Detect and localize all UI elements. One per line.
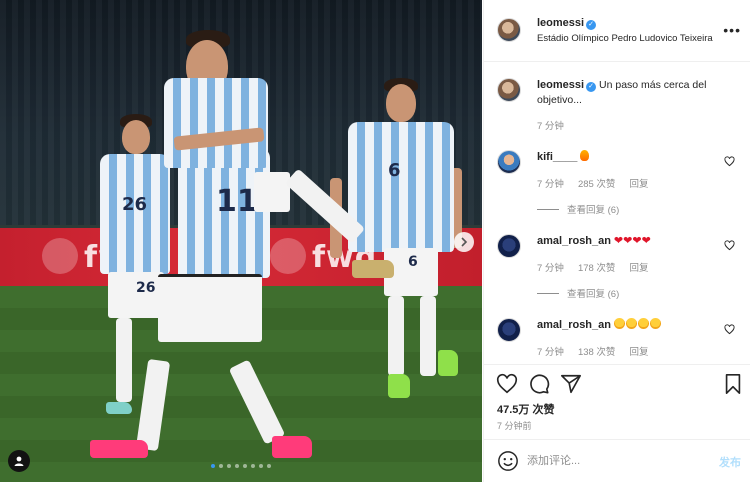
comment-item: amal_rosh_an ❤❤❤❤ 7 分钟 178 次赞 回复 查看回复 (6… [484, 224, 750, 308]
more-options-button[interactable]: ••• [723, 22, 741, 38]
caption-time: 7 分钟 [537, 121, 564, 132]
share-paper-plane-icon[interactable] [560, 373, 582, 395]
red-heart-icon: ❤ [632, 235, 642, 247]
add-comment-bar: 发布 [484, 439, 750, 482]
post-header: leomessi ✓ Estádio Olímpico Pedro Ludovic… [484, 0, 750, 62]
tagged-users-button[interactable] [8, 450, 30, 472]
comment-time: 7 分钟 [537, 347, 564, 358]
caption-meta: 7 分钟 [537, 118, 564, 132]
like-heart-icon[interactable] [496, 373, 518, 395]
post-location[interactable]: Estádio Olímpico Pedro Ludovico Teixeira [537, 33, 713, 44]
post-comment-button[interactable]: 发布 [719, 454, 741, 470]
red-heart-icon: ❤ [641, 235, 651, 247]
post-time-ago: 7 分钟前 [497, 421, 532, 431]
star-struck-icon [649, 318, 661, 329]
caption-body: leomessi ✓ Un paso más cerca del objetivo… [537, 78, 727, 108]
caption-username[interactable]: leomessi [537, 79, 584, 91]
carousel-dot [219, 464, 223, 468]
divider [537, 208, 559, 210]
carousel-dot [235, 464, 239, 468]
avatar[interactable] [497, 318, 521, 342]
comment-item: amal_rosh_an 7 分钟 138 次赞 回复 [484, 308, 750, 364]
view-replies-label: 查看回复 (6) [567, 289, 620, 300]
carousel-dot [243, 464, 247, 468]
verified-badge-icon: ✓ [586, 82, 597, 92]
fire-icon [580, 150, 590, 161]
carousel-indicator [0, 464, 482, 468]
comment-username[interactable]: amal_rosh_an [537, 235, 611, 247]
red-heart-icon: ❤ [623, 235, 633, 247]
view-replies-label: 查看回复 (6) [567, 205, 620, 216]
post-photo[interactable]: fwd fwd 26 26 6 6 11 [0, 0, 482, 482]
likes-count[interactable]: 47.5万 次赞 [497, 401, 554, 417]
carousel-dot [259, 464, 263, 468]
comment-username[interactable]: kifi____ [537, 151, 577, 163]
avatar[interactable] [497, 78, 521, 102]
carousel-dot [227, 464, 231, 468]
ad-logo-icon [42, 238, 78, 274]
star-struck-icon [637, 318, 649, 329]
like-comment-heart-icon[interactable] [724, 240, 735, 251]
avatar[interactable] [497, 150, 521, 174]
carousel-dot [211, 464, 215, 468]
reply-button[interactable]: 回复 [629, 344, 648, 358]
comment-input[interactable] [527, 452, 697, 470]
divider [537, 292, 559, 294]
star-struck-icon [625, 318, 637, 329]
author-username[interactable]: leomessi [537, 17, 584, 29]
player-messi [160, 28, 410, 298]
comment-meta: 7 分钟 285 次赞 回复 [537, 176, 648, 190]
reply-button[interactable]: 回复 [629, 260, 648, 274]
comment-body: kifi____ [537, 150, 727, 165]
avatar[interactable] [497, 234, 521, 258]
emoji-smiley-icon[interactable] [497, 450, 519, 472]
comment-likes[interactable]: 178 次赞 [578, 260, 616, 274]
like-comment-heart-icon[interactable] [724, 156, 735, 167]
view-replies-button[interactable]: 查看回复 (6) [537, 202, 619, 216]
comment-username[interactable]: amal_rosh_an [537, 319, 611, 331]
reply-button[interactable]: 回复 [629, 176, 648, 190]
comment-time: 7 分钟 [537, 179, 564, 190]
view-replies-button[interactable]: 查看回复 (6) [537, 286, 619, 300]
comment-body: amal_rosh_an ❤❤❤❤ [537, 234, 727, 249]
verified-badge-icon: ✓ [586, 20, 597, 30]
comment-time: 7 分钟 [537, 263, 564, 274]
next-photo-button[interactable] [454, 232, 474, 252]
carousel-dot [267, 464, 271, 468]
comment-item: kifi____ 7 分钟 285 次赞 回复 查看回复 (6) [484, 140, 750, 224]
avatar[interactable] [497, 18, 521, 42]
bookmark-icon[interactable] [722, 373, 744, 395]
comment-likes[interactable]: 138 次赞 [578, 344, 616, 358]
like-comment-heart-icon[interactable] [724, 324, 735, 335]
caption: leomessi ✓ Un paso más cerca del objetivo… [484, 62, 750, 132]
star-struck-icon [613, 318, 625, 329]
post-side-panel: leomessi ✓ Estádio Olímpico Pedro Ludovic… [483, 0, 750, 482]
red-heart-icon: ❤ [613, 235, 624, 247]
chevron-right-icon [461, 237, 468, 247]
comment-meta: 7 分钟 138 次赞 回复 [537, 344, 648, 358]
user-icon [14, 456, 24, 466]
comment-body: amal_rosh_an [537, 318, 727, 333]
comment-meta: 7 分钟 178 次赞 回复 [537, 260, 648, 274]
comment-likes[interactable]: 285 次赞 [578, 176, 616, 190]
comment-bubble-icon[interactable] [528, 373, 550, 395]
carousel-dot [251, 464, 255, 468]
